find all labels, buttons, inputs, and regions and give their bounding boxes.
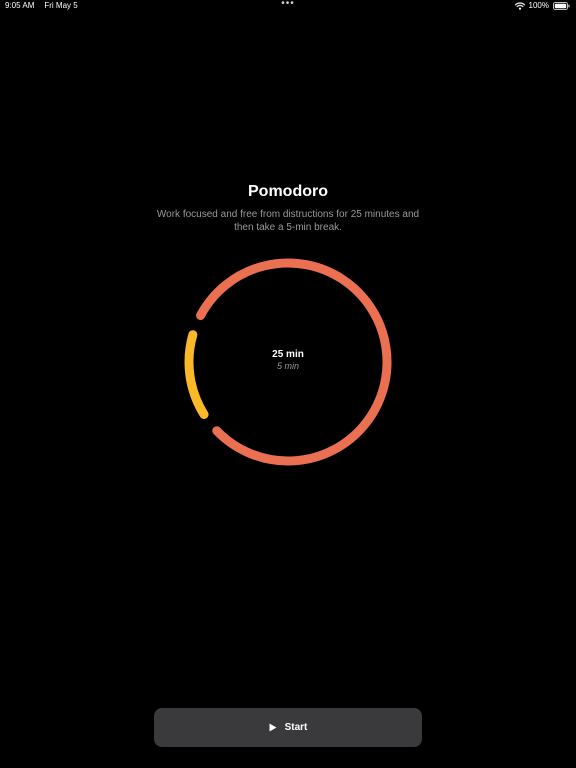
multitasking-dots[interactable]: •••	[0, 0, 576, 10]
pomodoro-screen: 9:05 AM Fri May 5 ••• 100% Pomodoro Work…	[0, 0, 576, 768]
status-bar: 9:05 AM Fri May 5 ••• 100%	[0, 0, 576, 12]
play-icon	[269, 723, 277, 732]
work-duration-label: 25 min	[272, 349, 304, 360]
page-title: Pomodoro	[248, 183, 328, 200]
break-arc	[184, 330, 209, 419]
wifi-icon	[514, 2, 525, 10]
page-description: Work focused and free from distructions …	[156, 209, 420, 233]
battery-icon	[553, 2, 570, 10]
start-button-label: Start	[284, 722, 308, 733]
ring-center-labels: 25 min 5 min	[184, 348, 392, 372]
start-button[interactable]: Start	[154, 708, 422, 747]
break-duration-label: 5 min	[276, 361, 299, 371]
battery-percent: 100%	[528, 1, 549, 10]
status-right: 100%	[514, 0, 570, 12]
